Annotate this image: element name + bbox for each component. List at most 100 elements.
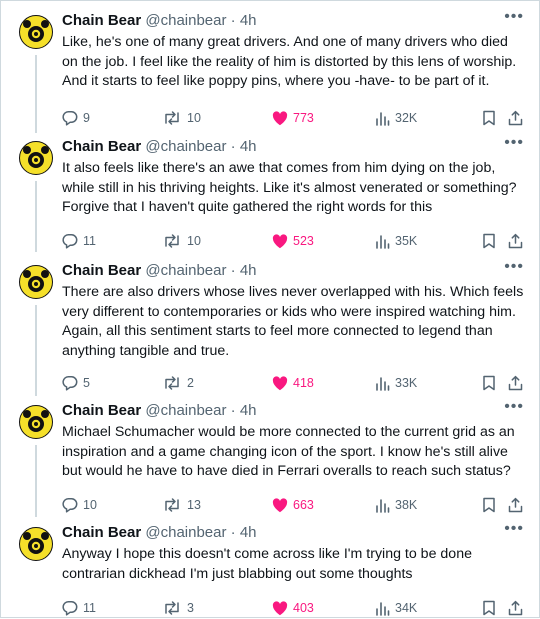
author-handle[interactable]: @chainbear <box>145 524 226 541</box>
action-bar: 11 10 523 35K <box>62 230 523 252</box>
dot-separator: · <box>230 402 236 419</box>
tweet[interactable]: Chain Bear @chainbear · 4h ••• Michael S… <box>1 391 539 517</box>
bookmark-button[interactable] <box>482 107 496 129</box>
retweet-count: 3 <box>187 601 194 615</box>
views-chart-icon <box>376 498 390 513</box>
views-chart-icon <box>376 234 390 249</box>
dot-separator: · <box>230 524 236 541</box>
reply-icon <box>62 376 78 391</box>
reply-button[interactable]: 11 <box>62 597 96 619</box>
views-chart-icon <box>376 111 390 126</box>
heart-icon <box>272 600 288 615</box>
views-count: 38K <box>395 498 418 512</box>
more-options-icon[interactable]: ••• <box>504 398 524 416</box>
reply-icon <box>62 234 78 249</box>
timestamp[interactable]: 4h <box>240 262 257 279</box>
retweet-count: 13 <box>187 498 201 512</box>
reply-count: 9 <box>83 111 90 125</box>
avatar[interactable] <box>19 265 53 299</box>
tweet[interactable]: Chain Bear @chainbear · 4h ••• Like, he'… <box>1 1 539 133</box>
views-chart-icon <box>376 601 390 616</box>
reply-icon <box>62 498 78 513</box>
timestamp[interactable]: 4h <box>240 402 257 419</box>
reply-button[interactable]: 9 <box>62 107 90 129</box>
views-count: 33K <box>395 376 418 390</box>
thread-connector <box>35 55 37 133</box>
tweet[interactable]: Chain Bear @chainbear · 4h ••• Anyway I … <box>1 513 539 617</box>
avatar[interactable] <box>19 15 53 49</box>
more-options-icon[interactable]: ••• <box>504 134 524 152</box>
dot-separator: · <box>230 12 236 29</box>
tweet[interactable]: Chain Bear @chainbear · 4h ••• It also f… <box>1 127 539 252</box>
action-bar: 9 10 773 32K <box>62 107 523 129</box>
dot-separator: · <box>230 262 236 279</box>
views-count: 35K <box>395 234 418 248</box>
thread-connector <box>35 305 37 396</box>
tweet-text: There are also drivers whose lives never… <box>62 284 524 359</box>
author-handle[interactable]: @chainbear <box>145 138 226 155</box>
more-options-icon[interactable]: ••• <box>504 258 524 276</box>
retweet-count: 10 <box>187 234 201 248</box>
views-button[interactable]: 34K <box>375 597 417 619</box>
views-button[interactable]: 35K <box>375 230 417 252</box>
like-count: 403 <box>293 601 314 615</box>
author-name[interactable]: Chain Bear <box>62 12 141 29</box>
dot-separator: · <box>230 138 236 155</box>
retweet-icon <box>165 111 179 125</box>
bookmark-button[interactable] <box>482 597 496 619</box>
thread: Chain Bear @chainbear · 4h ••• Like, he'… <box>0 0 540 618</box>
author-name[interactable]: Chain Bear <box>62 524 141 541</box>
views-chart-icon <box>376 376 390 391</box>
author-name[interactable]: Chain Bear <box>62 262 141 279</box>
more-options-icon[interactable]: ••• <box>504 520 524 538</box>
retweet-icon <box>165 498 179 512</box>
more-options-icon[interactable]: ••• <box>504 8 524 26</box>
share-icon <box>508 110 523 126</box>
views-count: 32K <box>395 111 418 125</box>
tweet-text: Anyway I hope this doesn't come across l… <box>62 546 472 582</box>
views-button[interactable]: 32K <box>375 107 417 129</box>
timestamp[interactable]: 4h <box>240 138 257 155</box>
tweet-text: Michael Schumacher would be more connect… <box>62 424 515 479</box>
retweet-button[interactable]: 10 <box>162 107 201 129</box>
retweet-icon <box>165 376 179 390</box>
share-button[interactable] <box>508 597 523 619</box>
retweet-count: 2 <box>187 376 194 390</box>
retweet-icon <box>165 601 179 615</box>
reply-count: 10 <box>83 498 97 512</box>
author-handle[interactable]: @chainbear <box>145 402 226 419</box>
retweet-button[interactable]: 3 <box>162 597 194 619</box>
avatar[interactable] <box>19 527 53 561</box>
heart-icon <box>272 375 288 390</box>
author-name[interactable]: Chain Bear <box>62 138 141 155</box>
bookmark-button[interactable] <box>482 230 496 252</box>
reply-count: 11 <box>83 601 96 615</box>
thread-connector <box>35 445 37 517</box>
share-button[interactable] <box>508 230 523 252</box>
bookmark-icon <box>483 110 495 126</box>
reply-count: 11 <box>83 234 96 248</box>
share-button[interactable] <box>508 107 523 129</box>
reply-count: 5 <box>83 376 90 390</box>
like-button[interactable]: 523 <box>272 230 314 252</box>
share-icon <box>508 375 523 391</box>
like-count: 773 <box>293 111 314 125</box>
avatar[interactable] <box>19 405 53 439</box>
like-count: 523 <box>293 234 314 248</box>
thread-connector <box>35 181 37 252</box>
reply-icon <box>62 601 78 616</box>
reply-button[interactable]: 11 <box>62 230 96 252</box>
timestamp[interactable]: 4h <box>240 524 257 541</box>
tweet-text: It also feels like there's an awe that c… <box>62 160 517 215</box>
retweet-button[interactable]: 10 <box>162 230 201 252</box>
author-handle[interactable]: @chainbear <box>145 12 226 29</box>
views-count: 34K <box>395 601 418 615</box>
like-button[interactable]: 403 <box>272 597 314 619</box>
author-name[interactable]: Chain Bear <box>62 402 141 419</box>
timestamp[interactable]: 4h <box>240 12 257 29</box>
author-handle[interactable]: @chainbear <box>145 262 226 279</box>
reply-icon <box>62 111 78 126</box>
like-button[interactable]: 773 <box>272 107 314 129</box>
avatar[interactable] <box>19 141 53 175</box>
tweet[interactable]: Chain Bear @chainbear · 4h ••• There are… <box>1 251 539 396</box>
